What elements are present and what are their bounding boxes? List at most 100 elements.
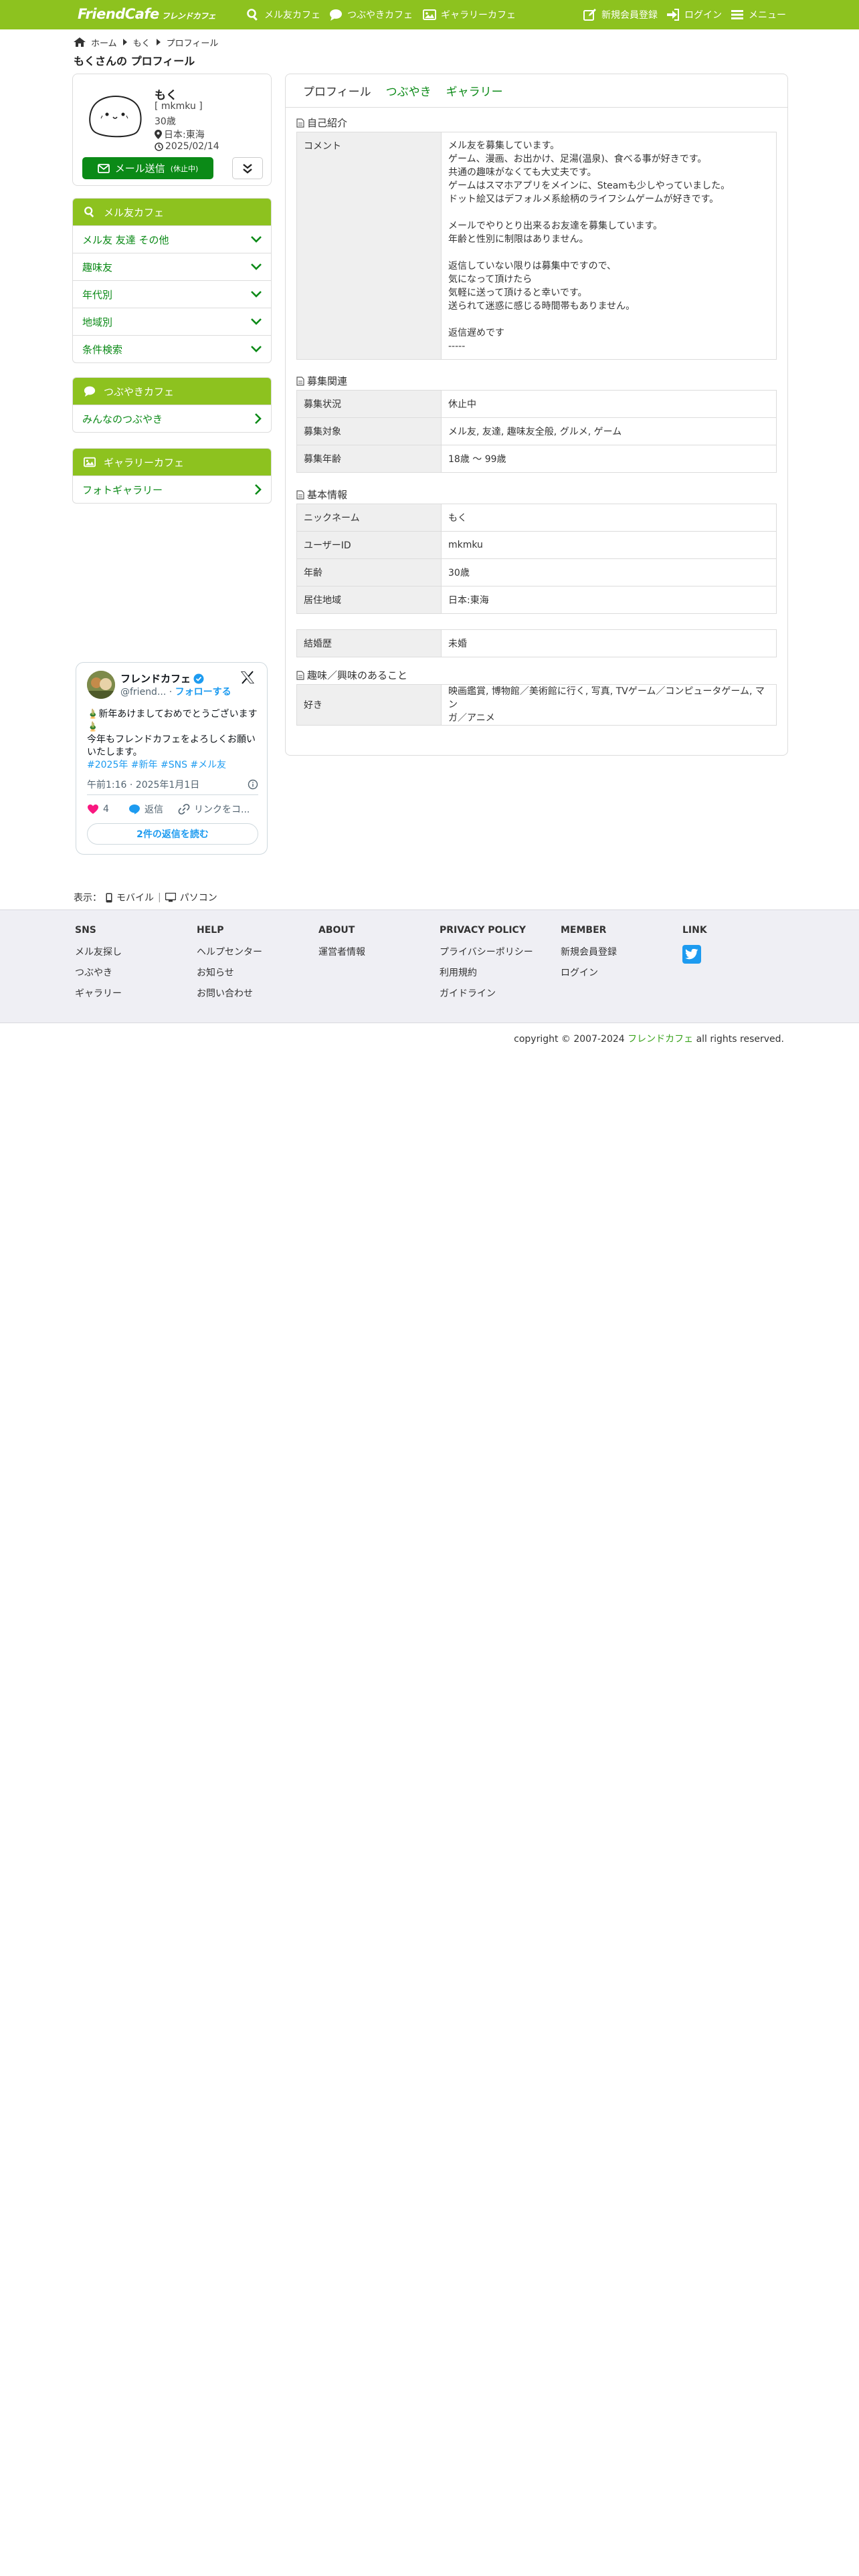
nickname-label: ニックネーム xyxy=(296,504,442,532)
display-label: 表示： xyxy=(74,893,102,903)
tweet-text: 🎍新年あけましておめでとうございます🎍 今年もフレンドカフェをよろしくお願いいた… xyxy=(87,708,262,772)
sidebar-item-by-age[interactable]: 年代別 xyxy=(73,280,271,308)
intro-line: 共通の趣味がなくても大丈夫です。 xyxy=(448,167,597,178)
tweet-copy-link-button[interactable]: リンクをコ... xyxy=(178,802,250,816)
section-basic-title: 基本情報 xyxy=(296,488,347,502)
sidebar-item-everyones-tsubuyaki[interactable]: みんなのつぶやき xyxy=(73,405,271,432)
display-mobile-link[interactable]: モバイル xyxy=(116,891,154,904)
logo-subtext: フレンドカフェ xyxy=(161,11,216,21)
copyright-brand-link[interactable]: フレンドカフェ xyxy=(628,1034,693,1045)
sidebar-item-by-region[interactable]: 地域別 xyxy=(73,308,271,335)
display-switch: 表示： モバイル | パソコン xyxy=(74,891,217,904)
sidebar-item-label: 趣味友 xyxy=(82,261,113,274)
breadcrumb: ホーム もく プロフィール xyxy=(74,35,218,49)
table-row: 居住地域 日本:東海 xyxy=(296,586,777,614)
x-logo-icon[interactable] xyxy=(240,671,255,684)
tweet-read-replies-button[interactable]: 2件の返信を読む xyxy=(87,823,258,845)
intro-line: 気になって頂けたら xyxy=(448,274,533,285)
speech-bubble-icon xyxy=(84,386,96,397)
intro-line: 返信遅めです xyxy=(448,328,504,338)
footer-col-sns: SNS メル友探し つぶやき ギャラリー xyxy=(75,925,122,1007)
heart-icon xyxy=(88,804,98,814)
hobby-value-line: ガ／アニメ xyxy=(448,713,495,724)
footer-link-privacy-policy[interactable]: プライバシーポリシー xyxy=(440,945,533,958)
footer-link-contact[interactable]: お問い合わせ xyxy=(197,986,262,1000)
send-mail-button[interactable]: メール送信 (休止中) xyxy=(82,157,213,179)
footer-heading: MEMBER xyxy=(561,925,607,936)
clock-icon xyxy=(155,142,163,151)
marriage-value: 未婚 xyxy=(441,629,777,657)
hobby-table: 好き 映画鑑賞, 博物館／美術館に行く, 写真, TVゲーム／コンピュータゲーム… xyxy=(296,684,777,726)
footer-link-terms[interactable]: 利用規約 xyxy=(440,966,533,979)
nav-tsubuyaki-cafe-label: つぶやきカフェ xyxy=(347,10,413,21)
image-icon xyxy=(423,9,436,20)
breadcrumb-user[interactable]: もく xyxy=(133,36,151,49)
info-icon[interactable] xyxy=(248,779,258,790)
sidebar-item-hobby-friends[interactable]: 趣味友 xyxy=(73,253,271,280)
table-row: ニックネーム もく xyxy=(296,504,777,532)
verified-badge-icon xyxy=(193,673,204,683)
intro-line: 送られて迷惑に感じる時間帯もありません。 xyxy=(448,301,636,312)
nav-login-label: ログイン xyxy=(684,10,722,21)
residence-value: 日本:東海 xyxy=(441,586,777,614)
site-logo[interactable]: FriendCafe フレンドカフェ xyxy=(78,6,216,22)
section-basic-title-text: 基本情報 xyxy=(307,489,348,501)
sidebar-item-advanced-search[interactable]: 条件検索 xyxy=(73,335,271,362)
footer-link-operator[interactable]: 運営者情報 xyxy=(318,945,365,958)
tweet-handle[interactable]: @friend... xyxy=(120,687,166,697)
nav-tsubuyaki-cafe[interactable]: つぶやきカフェ xyxy=(329,0,413,29)
tweet-reply-button[interactable]: 返信 xyxy=(128,802,178,816)
recruit-age-value: 18歳 〜 99歳 xyxy=(441,445,777,473)
basic-info-table: ニックネーム もく ユーザーID mkmku 年齢 30歳 居住地域 日本:東海 xyxy=(296,504,777,614)
nav-register[interactable]: 新規会員登録 xyxy=(583,0,658,29)
footer-link-guidelines[interactable]: ガイドライン xyxy=(440,986,533,1000)
breadcrumb-home[interactable]: ホーム xyxy=(91,36,117,49)
twitter-link-button[interactable] xyxy=(682,945,701,964)
footer-link-news[interactable]: お知らせ xyxy=(197,966,262,979)
nav-menu-label: メニュー xyxy=(749,10,786,21)
envelope-icon xyxy=(97,163,110,173)
footer-link-register[interactable]: 新規会員登録 xyxy=(561,945,617,958)
footer-link-login[interactable]: ログイン xyxy=(561,966,617,979)
section-hobby-title-text: 趣味／興味のあること xyxy=(307,669,408,681)
tweet-handle-separator: · xyxy=(169,687,173,697)
double-chevron-down-icon xyxy=(243,163,252,174)
intro-line: ゲーム、漫画、お出かけ、足湯(温泉)、食べる事が好きです。 xyxy=(448,154,707,165)
recruit-target-value: メル友, 友達, 趣味友全般, グルメ, ゲーム xyxy=(441,417,777,445)
nav-mail-cafe[interactable]: メル友カフェ xyxy=(246,0,320,29)
sidebar-item-label: フォトギャラリー xyxy=(82,484,163,496)
tweet-timestamp[interactable]: 午前1:16 · 2025年1月1日 xyxy=(87,778,199,791)
tweet-hashtags[interactable]: #2025年 #新年 #SNS #メル友 xyxy=(87,759,262,772)
expand-more-button[interactable] xyxy=(232,157,263,179)
tweet-like-button[interactable]: 4 xyxy=(87,804,128,815)
tab-profile[interactable]: プロフィール xyxy=(303,82,371,99)
document-icon xyxy=(296,376,304,386)
tweet-follow-link[interactable]: フォローする xyxy=(175,687,231,697)
nav-login[interactable]: ログイン xyxy=(666,0,722,29)
tweet-avatar[interactable] xyxy=(87,671,115,699)
footer-link-gallery[interactable]: ギャラリー xyxy=(75,986,122,1000)
speech-bubble-icon xyxy=(330,9,342,21)
sidebar-item-photo-gallery[interactable]: フォトギャラリー xyxy=(73,475,271,503)
nav-gallery-cafe[interactable]: ギャラリーカフェ xyxy=(423,0,516,29)
copyright-suffix: all rights reserved. xyxy=(693,1034,784,1045)
sidebar-item-mail-friends[interactable]: メル友 友達 その他 xyxy=(73,225,271,253)
nickname-value: もく xyxy=(441,504,777,532)
nav-register-label: 新規会員登録 xyxy=(601,10,658,21)
tweet-author-name[interactable]: フレンドカフェ xyxy=(120,671,204,685)
tab-gallery[interactable]: ギャラリー xyxy=(446,82,503,99)
link-icon xyxy=(178,804,190,815)
sidebar-gallery-cafe-title: ギャラリーカフェ xyxy=(104,456,185,469)
footer-heading: SNS xyxy=(75,925,96,936)
tab-tsubuyaki[interactable]: つぶやき xyxy=(386,82,432,99)
tweet-text-line: 🎍新年あけましておめでとうございます🎍 xyxy=(87,709,258,732)
intro-line xyxy=(448,313,769,326)
footer-link-help-center[interactable]: ヘルプセンター xyxy=(197,945,262,958)
profile-main-panel: プロフィール つぶやき ギャラリー 自己紹介 コメント メル友を募集しています。… xyxy=(285,74,788,756)
footer-link-mail-search[interactable]: メル友探し xyxy=(75,945,122,958)
sidebar-item-label: 条件検索 xyxy=(82,343,123,356)
footer-link-tsubuyaki[interactable]: つぶやき xyxy=(75,966,122,979)
section-hobby-title: 趣味／興味のあること xyxy=(296,668,407,682)
sidebar-gallery-cafe: ギャラリーカフェ フォトギャラリー xyxy=(72,448,272,504)
nav-menu[interactable]: メニュー xyxy=(731,0,786,29)
